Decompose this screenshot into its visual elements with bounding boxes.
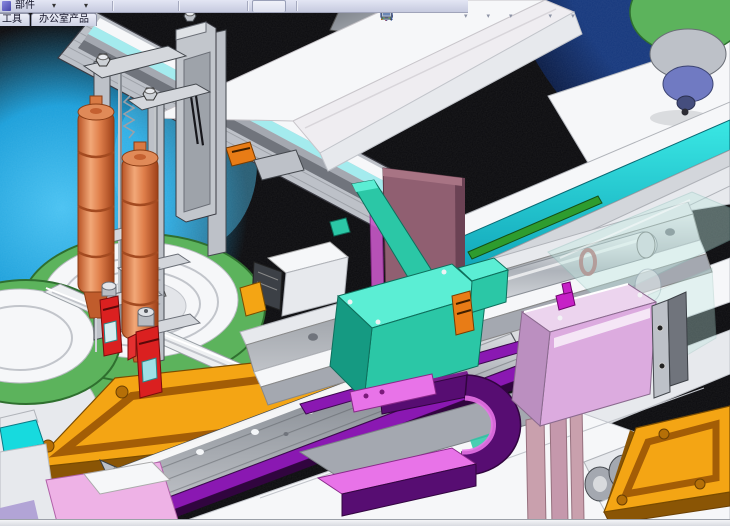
toolbar-button[interactable] xyxy=(252,0,286,12)
insert-component-icon[interactable] xyxy=(2,1,11,11)
toolbar-separator xyxy=(247,1,248,11)
chevron-down-icon[interactable]: ▾ xyxy=(487,9,491,24)
hide-show-items-icon[interactable] xyxy=(493,9,508,24)
tab-office-products[interactable]: 办公室产品 xyxy=(31,13,97,26)
edit-appearance-icon[interactable] xyxy=(516,9,531,24)
chevron-down-icon[interactable]: ▾ xyxy=(571,9,575,24)
chevron-down-icon[interactable]: ▾ xyxy=(549,9,553,24)
model-viewport[interactable] xyxy=(0,0,730,526)
apply-scene-icon[interactable] xyxy=(533,9,548,24)
cad-application-window: 部件 ▾ ▾ 工具 办公室产品 ▾ ▾ ▾ ▾ ▾ xyxy=(0,0,730,526)
dropdown-caret-icon[interactable]: ▾ xyxy=(52,0,56,12)
commandmanager-tabs: 工具 办公室产品 xyxy=(0,13,98,26)
display-style-icon[interactable] xyxy=(471,9,486,24)
view-settings-icon[interactable] xyxy=(555,9,570,24)
status-bar xyxy=(0,519,730,526)
dropdown-caret-icon[interactable]: ▾ xyxy=(84,0,88,12)
chevron-down-icon[interactable]: ▾ xyxy=(509,9,513,24)
command-toolbar: 部件 ▾ ▾ xyxy=(0,0,468,13)
tab-tools[interactable]: 工具 xyxy=(0,13,30,26)
z-axis-tower[interactable] xyxy=(176,11,216,222)
toolbar-separator xyxy=(178,1,179,11)
toolbar-separator xyxy=(112,1,113,11)
component-button[interactable]: 部件 xyxy=(15,0,35,12)
toolbar-separator xyxy=(296,1,297,11)
